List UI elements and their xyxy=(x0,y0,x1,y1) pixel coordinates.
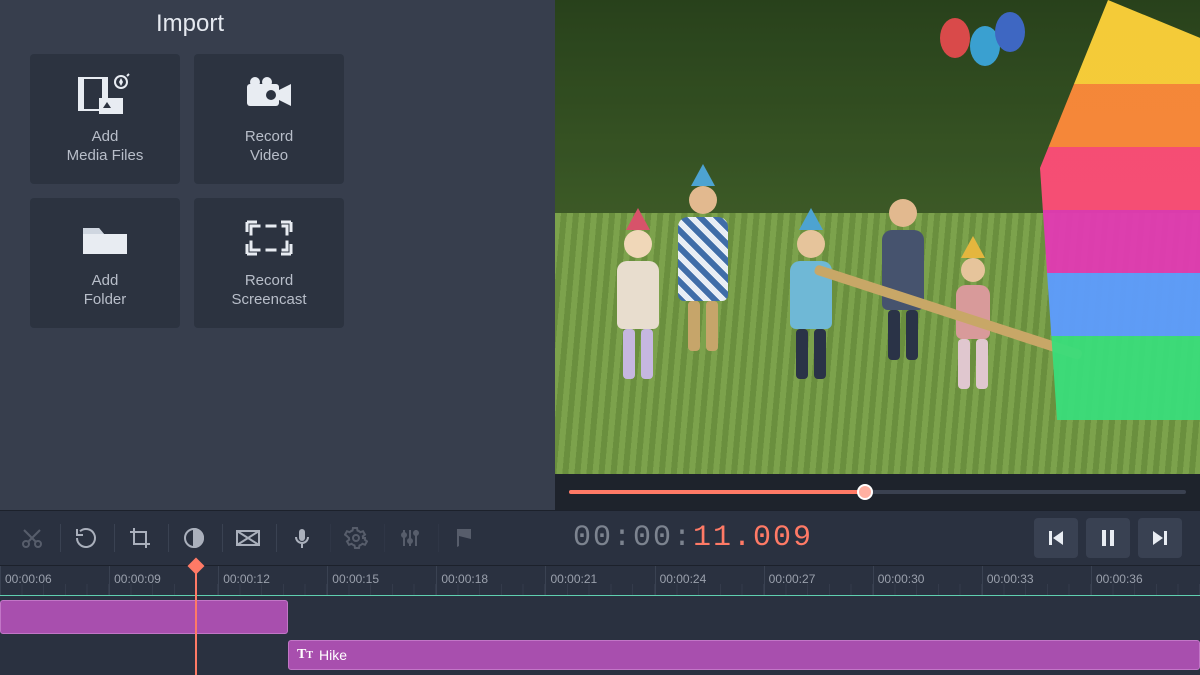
timeline-tracks[interactable]: TT Hike xyxy=(0,596,1200,675)
tile-label: Add Media Files xyxy=(67,128,144,166)
video-preview[interactable] xyxy=(555,0,1200,474)
ruler-tick[interactable]: 00:00:27 xyxy=(764,566,873,595)
transition-button[interactable] xyxy=(222,514,274,562)
ruler-tick[interactable]: 00:00:36 xyxy=(1091,566,1200,595)
cut-button[interactable] xyxy=(6,514,58,562)
ruler-tick[interactable]: 00:00:15 xyxy=(327,566,436,595)
scrubber-track[interactable] xyxy=(569,490,1186,494)
edit-toolbar xyxy=(0,511,555,565)
timeline-ruler[interactable]: 00:00:06 00:00:09 00:00:12 00:00:15 00:0… xyxy=(0,566,1200,596)
folder-icon xyxy=(77,216,133,260)
scrubber[interactable] xyxy=(555,474,1200,510)
record-video-icon xyxy=(241,72,297,116)
timeline[interactable]: 00:00:06 00:00:09 00:00:12 00:00:15 00:0… xyxy=(0,566,1200,675)
marker-button[interactable] xyxy=(438,514,490,562)
import-title: Import xyxy=(30,10,350,38)
next-button[interactable] xyxy=(1138,518,1182,558)
import-panel: Import Add Media Files xyxy=(0,0,555,510)
clip-properties-button[interactable] xyxy=(330,514,382,562)
redo-button[interactable] xyxy=(60,514,112,562)
voiceover-button[interactable] xyxy=(276,514,328,562)
ruler-tick[interactable]: 00:00:18 xyxy=(436,566,545,595)
ruler-tick[interactable]: 00:00:21 xyxy=(545,566,654,595)
record-video-tile[interactable]: Record Video xyxy=(194,54,344,184)
video-clip[interactable] xyxy=(0,600,288,634)
ruler-tick[interactable]: 00:00:24 xyxy=(655,566,764,595)
ruler-tick[interactable]: 00:00:06 xyxy=(0,566,109,595)
screencast-icon xyxy=(241,216,297,260)
top-region: Import Add Media Files xyxy=(0,0,1200,510)
add-folder-tile[interactable]: Add Folder xyxy=(30,198,180,328)
tile-label: Add Folder xyxy=(84,272,127,310)
transport-controls xyxy=(1034,518,1182,558)
ruler-tick[interactable]: 00:00:12 xyxy=(218,566,327,595)
ruler-tick[interactable]: 00:00:09 xyxy=(109,566,218,595)
tile-label: Record Video xyxy=(245,128,293,166)
pause-button[interactable] xyxy=(1086,518,1130,558)
crop-button[interactable] xyxy=(114,514,166,562)
ruler-tick[interactable]: 00:00:30 xyxy=(873,566,982,595)
add-media-files-tile[interactable]: Add Media Files xyxy=(30,54,180,184)
scrubber-thumb[interactable] xyxy=(857,484,873,500)
timecode-prefix: 00:00: xyxy=(573,521,693,555)
record-screencast-tile[interactable]: Record Screencast xyxy=(194,198,344,328)
color-adjust-button[interactable] xyxy=(168,514,220,562)
timecode[interactable]: 00:00:11.009 xyxy=(573,521,813,555)
title-icon: TT xyxy=(297,647,313,663)
playhead[interactable] xyxy=(195,566,197,675)
equalizer-button[interactable] xyxy=(384,514,436,562)
title-clip[interactable]: TT Hike xyxy=(288,640,1200,670)
playback-bar: 00:00:11.009 xyxy=(555,511,1200,565)
timecode-current: 11.009 xyxy=(693,521,813,555)
midbar: 00:00:11.009 xyxy=(0,510,1200,566)
media-files-icon xyxy=(77,72,133,116)
scrubber-fill xyxy=(569,490,865,494)
ruler-tick[interactable]: 00:00:33 xyxy=(982,566,1091,595)
tile-label: Record Screencast xyxy=(231,272,306,310)
import-tiles: Add Media Files Record Video xyxy=(30,54,344,328)
preview-panel xyxy=(555,0,1200,510)
title-clip-label: Hike xyxy=(319,647,347,663)
previous-button[interactable] xyxy=(1034,518,1078,558)
